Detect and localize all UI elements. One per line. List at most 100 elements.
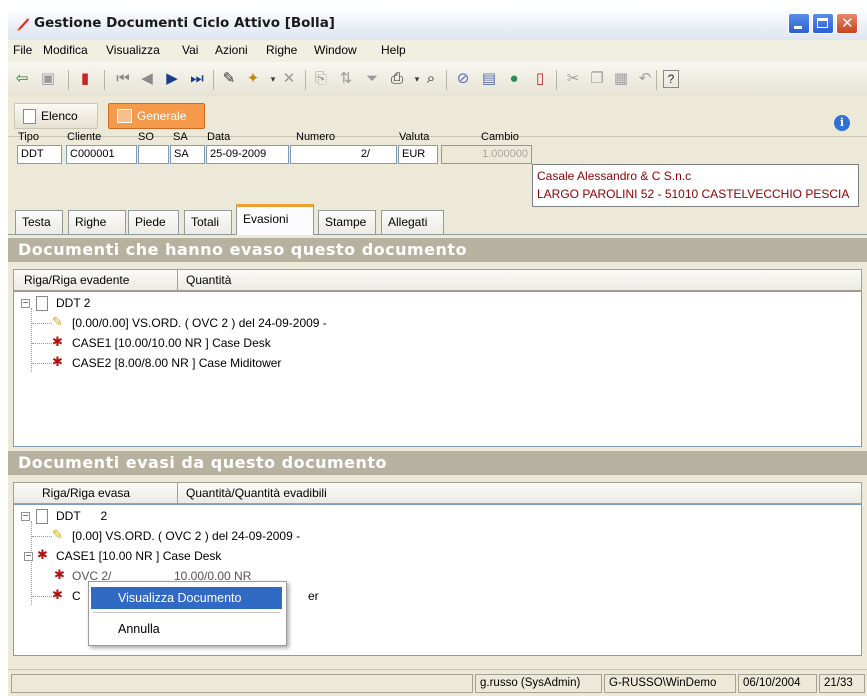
- elenco-label: Elenco: [41, 109, 78, 123]
- section2-col-riga[interactable]: Riga/Riga evasa: [42, 486, 130, 500]
- document-icon[interactable]: ▯: [531, 70, 549, 88]
- attach-icon[interactable]: ⊘: [454, 70, 472, 88]
- generale-button[interactable]: Generale: [108, 103, 205, 129]
- tree-row-label: CASE1 [10.00 NR ] Case Desk: [56, 549, 222, 563]
- cliente-field[interactable]: C000001: [66, 145, 137, 164]
- tab-stampe[interactable]: Stampe: [318, 210, 376, 234]
- print-icon[interactable]: ⎙: [388, 70, 406, 88]
- tree-row-label: [0.00] VS.ORD. ( OVC 2 ) del 24-09-2009 …: [72, 529, 301, 543]
- toolbar-separator: [104, 70, 105, 90]
- tab-divider: [8, 234, 867, 235]
- tipo-field[interactable]: DDT: [17, 145, 62, 164]
- collapse-toggle[interactable]: −: [21, 299, 30, 309]
- tab-piede[interactable]: Piede: [128, 210, 179, 234]
- menu-righe[interactable]: Righe: [266, 43, 297, 57]
- paste-icon[interactable]: ▦: [612, 70, 630, 88]
- previous-record-icon[interactable]: ◀: [138, 70, 156, 88]
- sort-icon[interactable]: ⇅: [337, 70, 355, 88]
- filter-icon[interactable]: ⏷: [363, 70, 381, 88]
- toolbar-separator: [446, 70, 447, 90]
- section2-col-quantita[interactable]: Quantità/Quantità evadibili: [186, 486, 327, 500]
- data-label: Data: [207, 131, 231, 143]
- menu-vai[interactable]: Vai: [182, 43, 198, 57]
- menu-modifica[interactable]: Modifica: [43, 43, 88, 57]
- numero-field[interactable]: 2/: [290, 145, 397, 164]
- order-icon: ✎: [52, 314, 63, 329]
- menu-visualizza[interactable]: Visualizza: [106, 43, 160, 57]
- maximize-icon: [817, 18, 828, 28]
- new-icon[interactable]: ✦: [244, 70, 262, 88]
- tab-testa[interactable]: Testa: [15, 210, 63, 234]
- sa-label: SA: [173, 131, 188, 143]
- last-record-icon[interactable]: ⏭: [188, 70, 206, 88]
- print-preview-icon[interactable]: ⌕: [422, 70, 440, 88]
- numero-label: Numero: [296, 131, 336, 143]
- help-icon[interactable]: ?: [663, 70, 679, 88]
- section1-column-header: Riga/Riga evadente Quantità: [13, 269, 862, 291]
- toolbar-separator: [556, 70, 557, 90]
- tab-righe[interactable]: Righe: [68, 210, 126, 234]
- exit-icon[interactable]: ⇦: [13, 70, 31, 88]
- tab-allegati[interactable]: Allegati: [381, 210, 444, 234]
- tree-root-label: DDT 2: [56, 296, 91, 310]
- status-bar: g.russo (SysAdmin) G-RUSSO\WinDemo 06/10…: [8, 669, 867, 696]
- status-message: [11, 674, 473, 693]
- web-icon[interactable]: ●: [505, 70, 523, 88]
- next-record-icon[interactable]: ▶: [163, 70, 181, 88]
- app-icon: [17, 18, 29, 31]
- elenco-button[interactable]: Elenco: [14, 103, 98, 129]
- tab-totali[interactable]: Totali: [184, 210, 232, 234]
- edit-icon[interactable]: ✎: [220, 70, 238, 88]
- notes-icon[interactable]: ▤: [480, 70, 498, 88]
- tree-branch: [32, 343, 52, 344]
- customer-address: LARGO PAROLINI 52 - 51010 CASTELVECCHIO …: [537, 187, 850, 201]
- delete-icon[interactable]: ✕: [280, 70, 298, 88]
- section1-tree[interactable]: − DDT 2 ✎ [0.00/0.00] VS.ORD. ( OVC 2 ) …: [13, 291, 862, 447]
- undo-icon[interactable]: ↶: [636, 70, 654, 88]
- item-icon: ✱: [52, 587, 63, 602]
- toolbar: ⇦ ▣ ▮ ⏮ ◀ ▶ ⏭ ✎ ✦ ▾ ✕ ⎘ ⇅ ⏷ ⎙ ▾ ⌕ ⊘ ▤ ● …: [8, 62, 867, 97]
- report-icon[interactable]: ▮: [76, 70, 94, 88]
- cliente-label: Cliente: [67, 131, 102, 143]
- column-separator[interactable]: [177, 270, 178, 290]
- menu-annulla[interactable]: Annulla: [91, 618, 282, 640]
- tree-root-label: DDT 2: [56, 509, 108, 523]
- valuta-label: Valuta: [399, 131, 430, 143]
- so-field[interactable]: [138, 145, 169, 164]
- sa-field[interactable]: SA: [170, 145, 205, 164]
- copy-icon[interactable]: ❐: [588, 70, 606, 88]
- menu-file[interactable]: File: [13, 43, 32, 57]
- menu-bar: File Modifica Visualizza Vai Azioni Righ…: [8, 40, 867, 63]
- tab-evasioni[interactable]: Evasioni: [236, 204, 314, 235]
- generale-label: Generale: [137, 109, 187, 123]
- list-icon: [23, 108, 36, 124]
- cut-icon[interactable]: ✂: [564, 70, 582, 88]
- close-button[interactable]: ✕: [836, 13, 858, 34]
- minimize-button[interactable]: [788, 13, 810, 34]
- section1-col-quantita[interactable]: Quantità: [186, 273, 231, 287]
- menu-help[interactable]: Help: [381, 43, 406, 57]
- tree-row-label-tail: er: [308, 589, 319, 603]
- section1-col-riga[interactable]: Riga/Riga evadente: [24, 273, 129, 287]
- info-icon[interactable]: i: [834, 115, 850, 131]
- menu-window[interactable]: Window: [314, 43, 357, 57]
- first-record-icon[interactable]: ⏮: [114, 70, 132, 88]
- copy-document-icon[interactable]: ⎘: [312, 70, 330, 88]
- section1-title: Documenti che hanno evaso questo documen…: [8, 238, 867, 262]
- toolbar-separator: [656, 70, 657, 90]
- column-separator[interactable]: [177, 483, 178, 503]
- menu-azioni[interactable]: Azioni: [215, 43, 248, 57]
- customer-address-box: Casale Alessandro & C S.n.c LARGO PAROLI…: [532, 164, 859, 207]
- valuta-field[interactable]: EUR: [398, 145, 438, 164]
- collapse-toggle[interactable]: −: [21, 512, 30, 522]
- maximize-button[interactable]: [812, 13, 834, 34]
- toolbar-separator: [213, 70, 214, 90]
- so-label: SO: [138, 131, 154, 143]
- data-field[interactable]: 25-09-2009: [206, 145, 289, 164]
- close-icon: ✕: [841, 15, 854, 32]
- menu-visualizza-documento[interactable]: Visualizza Documento: [91, 587, 282, 609]
- form-icon: [117, 109, 132, 123]
- collapse-toggle[interactable]: −: [24, 552, 33, 562]
- properties-icon[interactable]: ▣: [39, 70, 57, 88]
- title-bar[interactable]: Gestione Documenti Ciclo Attivo [Bolla] …: [8, 8, 867, 41]
